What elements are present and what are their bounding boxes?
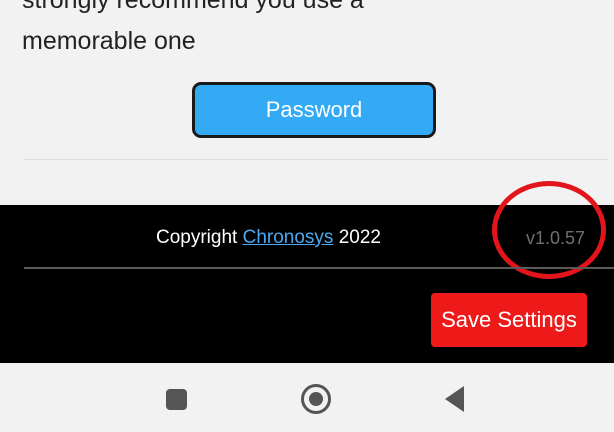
back-icon: [444, 386, 464, 412]
footer-divider: [24, 267, 614, 269]
copyright-text: Copyright Chronosys 2022: [156, 227, 381, 249]
section-divider: [24, 159, 608, 160]
password-button[interactable]: Password: [192, 82, 436, 138]
copyright-year: 2022: [333, 227, 381, 248]
save-settings-button[interactable]: Save Settings: [431, 293, 587, 347]
copyright-prefix: Copyright: [156, 227, 243, 248]
home-button[interactable]: [296, 379, 336, 419]
back-button[interactable]: [434, 379, 474, 419]
copyright-row: Copyright Chronosys 2022 v1.0.57: [0, 181, 614, 279]
version-label: v1.0.57: [526, 228, 586, 248]
recents-icon: [165, 388, 187, 410]
password-description-text: memorable one: [22, 27, 196, 55]
home-icon: [301, 384, 331, 414]
settings-area: strongly recommend you use a memorable o…: [0, 0, 614, 205]
recents-button[interactable]: [156, 379, 196, 419]
footer: Copyright Chronosys 2022 v1.0.57 Save Se…: [0, 181, 614, 363]
cut-off-description-text: strongly recommend you use a: [22, 0, 364, 14]
android-navigation-bar: [0, 363, 614, 432]
chronosys-link[interactable]: Chronosys: [243, 227, 334, 248]
